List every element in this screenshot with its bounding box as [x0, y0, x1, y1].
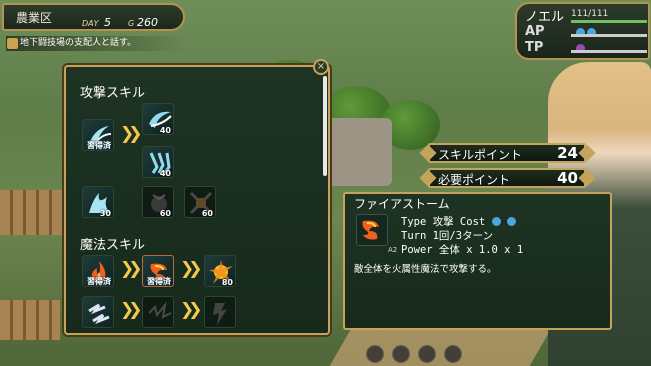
- attack-skills-heading: 攻撃スキル: [80, 86, 146, 101]
- skill-slot[interactable]: 習得済: [82, 255, 114, 287]
- skill-slot[interactable]: 60: [142, 186, 174, 218]
- ap-label: AP: [525, 24, 545, 39]
- rewind-button[interactable]: [366, 345, 384, 363]
- skill-slot[interactable]: 30: [82, 186, 114, 218]
- required-points-box: 必要ポイント 40: [428, 168, 586, 188]
- skill-slot[interactable]: 40: [142, 103, 174, 135]
- skill-slot[interactable]: 80: [204, 255, 236, 287]
- skill-slot[interactable]: [142, 296, 174, 328]
- skill-slot-selected[interactable]: 習得済: [142, 255, 174, 287]
- skill-slot[interactable]: [204, 296, 236, 328]
- skill-cost: 60: [201, 209, 213, 218]
- location-bar: 農業区 DAY 5 G 260: [2, 3, 185, 31]
- party-status: ノエル 111/111 AP TP: [515, 2, 650, 60]
- skill-points-value: 24: [557, 144, 578, 162]
- day-label: DAY: [82, 19, 99, 28]
- npc-statue: [322, 118, 392, 186]
- acquired-label: 習得済: [147, 277, 171, 286]
- skill-slot[interactable]: [82, 296, 114, 328]
- skill-cost: 30: [99, 209, 111, 218]
- arrow-icon: ❯❯: [120, 300, 142, 320]
- lightning-icon: [88, 303, 110, 325]
- skill-type: Type 攻撃 Cost: [401, 216, 486, 228]
- quest-icon: [7, 38, 18, 49]
- skill-points-label: スキルポイント: [438, 148, 523, 162]
- day-value: 5: [104, 16, 111, 29]
- fence: [0, 300, 60, 340]
- skill-slot[interactable]: 40: [142, 146, 174, 178]
- ap-bar: [571, 34, 647, 37]
- quest-objective: 地下闘技場の支配人と話す。: [6, 36, 186, 51]
- skill-cost: 40: [159, 169, 171, 178]
- arrow-icon: ❯❯: [180, 300, 202, 320]
- skill-cost: 40: [159, 126, 171, 135]
- skill-points-box: スキルポイント 24: [428, 143, 586, 163]
- gold-value: 260: [137, 16, 158, 29]
- skill-turn: Turn 1回/3ターン: [401, 230, 494, 242]
- skill-slot[interactable]: 習得済: [82, 119, 114, 151]
- tp-bar: [571, 50, 647, 53]
- skill-detail-icon: [356, 214, 388, 246]
- cost-orb-icon: [506, 217, 516, 226]
- scrollbar[interactable]: [323, 76, 327, 176]
- skill-description: 敵全体を火属性魔法で攻撃する。: [354, 264, 497, 275]
- area-name: 農業区: [16, 11, 53, 25]
- close-button[interactable]: ×: [313, 59, 329, 75]
- arrow-icon: ❯❯: [120, 259, 142, 279]
- skill-cost: 60: [159, 209, 171, 218]
- quest-text: 地下闘技場の支配人と話す。: [20, 38, 137, 48]
- skill-power: Power 全体 x 1.0 x 1: [401, 244, 524, 256]
- tp-label: TP: [525, 40, 544, 55]
- locked-skill-icon: [213, 303, 227, 325]
- required-points-label: 必要ポイント: [438, 173, 511, 187]
- hp-value: 111/111: [571, 9, 609, 19]
- skill-name: ファイアストーム: [354, 197, 450, 211]
- firestorm-icon: [362, 220, 379, 240]
- fence: [0, 190, 70, 235]
- arrow-icon: ❯❯: [120, 124, 142, 144]
- character-name: ノエル: [525, 10, 565, 25]
- cost-orb-icon: [491, 217, 501, 226]
- hp-bar: [571, 20, 647, 23]
- menu-button[interactable]: [418, 345, 436, 363]
- magic-skills-heading: 魔法スキル: [80, 238, 146, 253]
- play-button[interactable]: [392, 345, 410, 363]
- dirt-path: [329, 330, 551, 366]
- skill-type-row: Type 攻撃 Cost: [401, 214, 516, 229]
- locked-skill-icon: [148, 301, 172, 319]
- required-points-value: 40: [557, 169, 578, 187]
- skill-cost: 80: [221, 278, 233, 287]
- skill-slot[interactable]: 60: [184, 186, 216, 218]
- acquired-label: 習得済: [87, 277, 111, 286]
- gold-label: G: [128, 19, 135, 28]
- arrow-icon: ❯❯: [180, 259, 202, 279]
- acquired-label: 習得済: [87, 141, 111, 150]
- settings-button[interactable]: [444, 345, 462, 363]
- skill-level: A2: [388, 246, 398, 254]
